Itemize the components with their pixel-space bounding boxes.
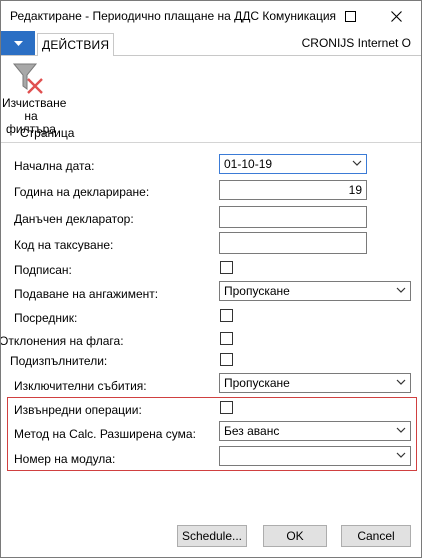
tax-declarant-label: Данъчен декларатор: bbox=[14, 212, 134, 226]
company-name: CRONIJS Internet O bbox=[301, 36, 411, 50]
tab-actions[interactable]: ДЕЙСТВИЯ bbox=[37, 33, 115, 56]
dialog-window: Редактиране - Периодично плащане на ДДС … bbox=[0, 0, 422, 558]
exceptional-events-value: Пропускане bbox=[224, 376, 290, 390]
clear-filter-button[interactable]: Изчистване на филтъра bbox=[2, 58, 66, 136]
subcontractors-checkbox[interactable] bbox=[220, 353, 233, 366]
chevron-down-icon[interactable] bbox=[352, 160, 362, 166]
ok-button[interactable]: OK bbox=[263, 525, 327, 547]
module-number-label: Номер на модула: bbox=[14, 452, 116, 466]
filing-select[interactable]: Пропускане bbox=[219, 281, 411, 301]
maximize-button[interactable] bbox=[327, 1, 373, 31]
exceptional-events-select[interactable]: Пропускане bbox=[219, 373, 411, 393]
signed-checkbox[interactable] bbox=[220, 261, 233, 274]
decl-year-field[interactable]: 19 bbox=[219, 180, 367, 200]
ribbon-tab-row: ДЕЙСТВИЯ CRONIJS Internet O bbox=[1, 31, 421, 56]
flag-deviation-label: Отклонения на флага: bbox=[0, 334, 124, 348]
extraordinary-ops-checkbox[interactable] bbox=[220, 401, 233, 414]
calc-method-label: Метод на Calc. Разширена сума: bbox=[14, 427, 196, 441]
intermediary-label: Посредник: bbox=[14, 311, 78, 325]
filing-value: Пропускане bbox=[224, 284, 290, 298]
tax-code-label: Код на таксуване: bbox=[14, 238, 114, 252]
chevron-down-icon bbox=[396, 287, 406, 293]
filing-label: Подаване на ангажимент: bbox=[14, 287, 159, 301]
intermediary-checkbox[interactable] bbox=[220, 309, 233, 322]
chevron-down-icon bbox=[396, 452, 406, 458]
app-menu-button[interactable] bbox=[1, 31, 35, 55]
schedule-button[interactable]: Schedule... bbox=[177, 525, 247, 547]
ribbon-group-page: Страница bbox=[20, 126, 75, 140]
exceptional-events-label: Изключителни събития: bbox=[14, 379, 147, 393]
title-bar: Редактиране - Периодично плащане на ДДС … bbox=[1, 1, 421, 31]
dropdown-arrow-icon bbox=[13, 40, 23, 46]
module-number-select[interactable] bbox=[219, 446, 411, 466]
calc-method-value: Без аванс bbox=[224, 424, 280, 438]
close-icon bbox=[390, 10, 402, 22]
chevron-down-icon bbox=[396, 427, 406, 433]
subcontractors-label: Подизпълнители: bbox=[10, 354, 108, 368]
maximize-icon bbox=[344, 10, 356, 22]
clear-filter-label-1: Изчистване bbox=[2, 96, 67, 110]
start-date-label: Начална дата: bbox=[14, 159, 95, 173]
close-button[interactable] bbox=[373, 1, 419, 31]
window-title: Редактиране - Периодично плащане на ДДС … bbox=[10, 9, 337, 23]
decl-year-value: 19 bbox=[348, 183, 362, 197]
calc-method-select[interactable]: Без аванс bbox=[219, 421, 411, 441]
tax-declarant-field[interactable] bbox=[219, 206, 367, 228]
decl-year-label: Година на деклариране: bbox=[14, 185, 150, 199]
flag-deviation-checkbox[interactable] bbox=[220, 332, 233, 345]
tax-code-field[interactable] bbox=[219, 232, 367, 254]
chevron-down-icon bbox=[396, 379, 406, 385]
start-date-field[interactable]: 01-10-19 bbox=[219, 154, 367, 174]
extraordinary-ops-label: Извънредни операции: bbox=[14, 403, 142, 417]
cancel-button[interactable]: Cancel bbox=[341, 525, 411, 547]
start-date-value: 01-10-19 bbox=[224, 157, 273, 171]
signed-label: Подписан: bbox=[14, 263, 72, 277]
clear-filter-icon bbox=[12, 63, 43, 94]
ribbon: Изчистване на филтъра Страница bbox=[1, 56, 421, 143]
